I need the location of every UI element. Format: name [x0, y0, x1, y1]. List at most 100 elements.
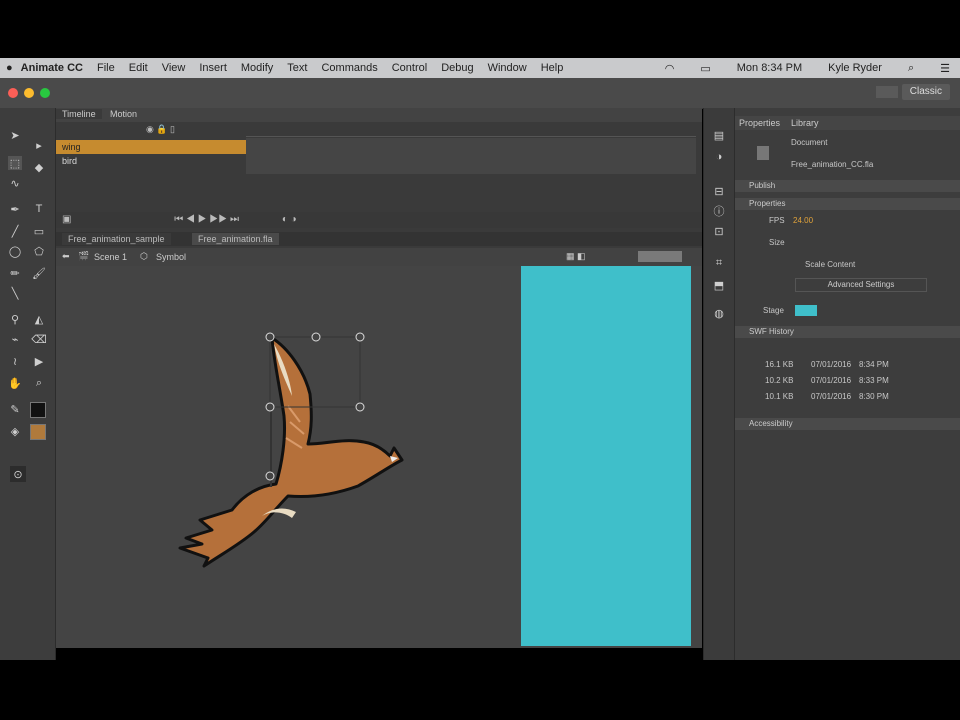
- history-date: 07/01/2016: [811, 392, 852, 401]
- bone-tool-icon[interactable]: ⚲: [8, 312, 22, 326]
- menu-text[interactable]: Text: [287, 62, 307, 74]
- brush-tool-icon[interactable]: 🖌: [32, 266, 46, 280]
- menu-help[interactable]: Help: [541, 62, 564, 74]
- pen-tool-icon[interactable]: ✒: [8, 202, 22, 216]
- tab-library[interactable]: Library: [791, 118, 819, 128]
- scene-label[interactable]: Scene 1: [94, 252, 127, 262]
- gradient-tool-icon[interactable]: ◆: [32, 160, 46, 174]
- scale-content-checkbox[interactable]: Scale Content: [805, 260, 855, 269]
- paint-brush-tool-icon[interactable]: ╲: [8, 286, 22, 300]
- app-menu[interactable]: Animate CC: [21, 62, 83, 74]
- menu-edit[interactable]: Edit: [129, 62, 148, 74]
- eraser-tool-icon[interactable]: ⌫: [31, 332, 47, 346]
- bird-drawing[interactable]: [176, 326, 416, 576]
- layer-name: wing: [62, 142, 81, 152]
- sync-icon[interactable]: [876, 86, 898, 98]
- free-transform-tool-icon[interactable]: ⬚: [8, 156, 22, 170]
- zoom-field[interactable]: [638, 251, 682, 262]
- camera-tool-icon[interactable]: ▶: [32, 354, 46, 368]
- layer-row-bird[interactable]: bird: [56, 154, 246, 168]
- publish-section-header[interactable]: Publish: [735, 180, 960, 192]
- polystar-tool-icon[interactable]: ⬠: [32, 244, 46, 258]
- swf-history-section-header[interactable]: SWF History: [735, 326, 960, 338]
- stroke-color-icon[interactable]: ✎: [8, 402, 22, 416]
- stage-color-swatch[interactable]: [795, 305, 817, 316]
- menu-file[interactable]: File: [97, 62, 115, 74]
- layer-toggle-icons[interactable]: ◉ 🔒 ▯: [146, 124, 206, 136]
- battery-icon[interactable]: ▭: [700, 62, 710, 75]
- line-tool-icon[interactable]: ╱: [8, 224, 22, 238]
- menu-window[interactable]: Window: [488, 62, 527, 74]
- motion-presets-icon[interactable]: ◍: [712, 306, 726, 320]
- color-panel-icon[interactable]: ◑: [712, 150, 726, 164]
- subselection-tool-icon[interactable]: ▸: [32, 138, 46, 152]
- frame-grid[interactable]: [246, 138, 696, 174]
- layer-row-wing[interactable]: wing: [56, 140, 246, 154]
- text-tool-icon[interactable]: T: [32, 202, 46, 216]
- new-layer-icon[interactable]: ▣: [62, 214, 71, 225]
- components-icon[interactable]: ⬒: [712, 278, 726, 292]
- lasso-tool-icon[interactable]: ∿: [8, 176, 22, 190]
- accessibility-section-header[interactable]: Accessibility: [735, 418, 960, 430]
- doc-type-label: Document: [791, 138, 828, 147]
- stroke-color-swatch[interactable]: [30, 402, 46, 418]
- align-panel-icon[interactable]: ⊟: [712, 184, 726, 198]
- tab-document-active[interactable]: Free_animation.fla: [192, 233, 279, 245]
- library-panel-icon[interactable]: ▤: [712, 128, 726, 142]
- tab-motion[interactable]: Motion: [104, 109, 143, 119]
- stage-pasteboard[interactable]: [56, 266, 702, 648]
- menu-modify[interactable]: Modify: [241, 62, 273, 74]
- tab-timeline[interactable]: Timeline: [56, 109, 102, 119]
- menu-commands[interactable]: Commands: [321, 62, 377, 74]
- search-icon[interactable]: ⌕: [908, 62, 914, 75]
- pencil-tool-icon[interactable]: ✏: [8, 266, 22, 280]
- symbol-label[interactable]: Symbol: [156, 252, 186, 262]
- fill-color-icon[interactable]: ◈: [8, 424, 22, 438]
- paint-bucket-tool-icon[interactable]: ◭: [32, 312, 46, 326]
- timeline-panel: Timeline Motion ◉ 🔒 ▯ wing bird ▣ ⏮ ◀ ▶ …: [56, 108, 702, 248]
- clock[interactable]: Mon 8:34 PM: [737, 62, 802, 75]
- advanced-settings-button[interactable]: Advanced Settings: [795, 278, 927, 292]
- oval-tool-icon[interactable]: ◯: [8, 244, 22, 258]
- minimize-window-button[interactable]: [24, 88, 34, 98]
- width-tool-icon[interactable]: ≀: [8, 354, 22, 368]
- list-icon[interactable]: ☰: [940, 62, 950, 75]
- edit-scene-icon[interactable]: ▦ ◧: [566, 251, 586, 262]
- zoom-window-button[interactable]: [40, 88, 50, 98]
- hand-tool-icon[interactable]: ✋: [8, 376, 22, 390]
- properties-tabs: Properties Library: [735, 116, 960, 130]
- fps-label: FPS: [769, 216, 785, 225]
- workspace-switcher[interactable]: Classic: [901, 84, 950, 100]
- frame-ruler[interactable]: [246, 124, 696, 137]
- transform-panel-icon[interactable]: ⊡: [712, 224, 726, 238]
- eyedropper-tool-icon[interactable]: ⌁: [8, 332, 22, 346]
- rectangle-tool-icon[interactable]: ▭: [32, 224, 46, 238]
- tab-document-sample[interactable]: Free_animation_sample: [62, 233, 171, 245]
- stage-color-label: Stage: [763, 306, 784, 315]
- document-icon: [757, 146, 769, 160]
- stage-canvas[interactable]: [521, 266, 691, 646]
- onion-skin-icon[interactable]: ◐ ◑: [282, 214, 297, 225]
- wifi-icon[interactable]: ◠: [665, 62, 675, 75]
- close-window-button[interactable]: [8, 88, 18, 98]
- fps-value[interactable]: 24.00: [793, 216, 813, 225]
- code-snippets-icon[interactable]: ⌗: [712, 256, 726, 270]
- menu-debug[interactable]: Debug: [441, 62, 473, 74]
- menu-control[interactable]: Control: [392, 62, 427, 74]
- user-name[interactable]: Kyle Ryder: [828, 62, 882, 75]
- snap-to-objects-icon[interactable]: ⊙: [10, 466, 26, 482]
- zoom-tool-icon[interactable]: ⌕: [32, 376, 46, 390]
- apple-icon[interactable]: ●: [6, 62, 13, 74]
- menu-view[interactable]: View: [162, 62, 186, 74]
- properties-section-header[interactable]: Properties: [735, 198, 960, 210]
- playback-controls[interactable]: ⏮ ◀ ▶ ▶▶ ⏭: [174, 214, 239, 225]
- scene-icon: 🎬: [78, 251, 90, 261]
- history-size: 10.2 KB: [765, 376, 794, 385]
- menu-insert[interactable]: Insert: [199, 62, 227, 74]
- back-arrow-icon[interactable]: ⬅: [62, 251, 70, 262]
- history-date: 07/01/2016: [811, 376, 852, 385]
- info-panel-icon[interactable]: ⓘ: [712, 204, 726, 218]
- tab-properties[interactable]: Properties: [739, 118, 780, 128]
- fill-color-swatch[interactable]: [30, 424, 46, 440]
- selection-tool-icon[interactable]: ➤: [8, 128, 22, 142]
